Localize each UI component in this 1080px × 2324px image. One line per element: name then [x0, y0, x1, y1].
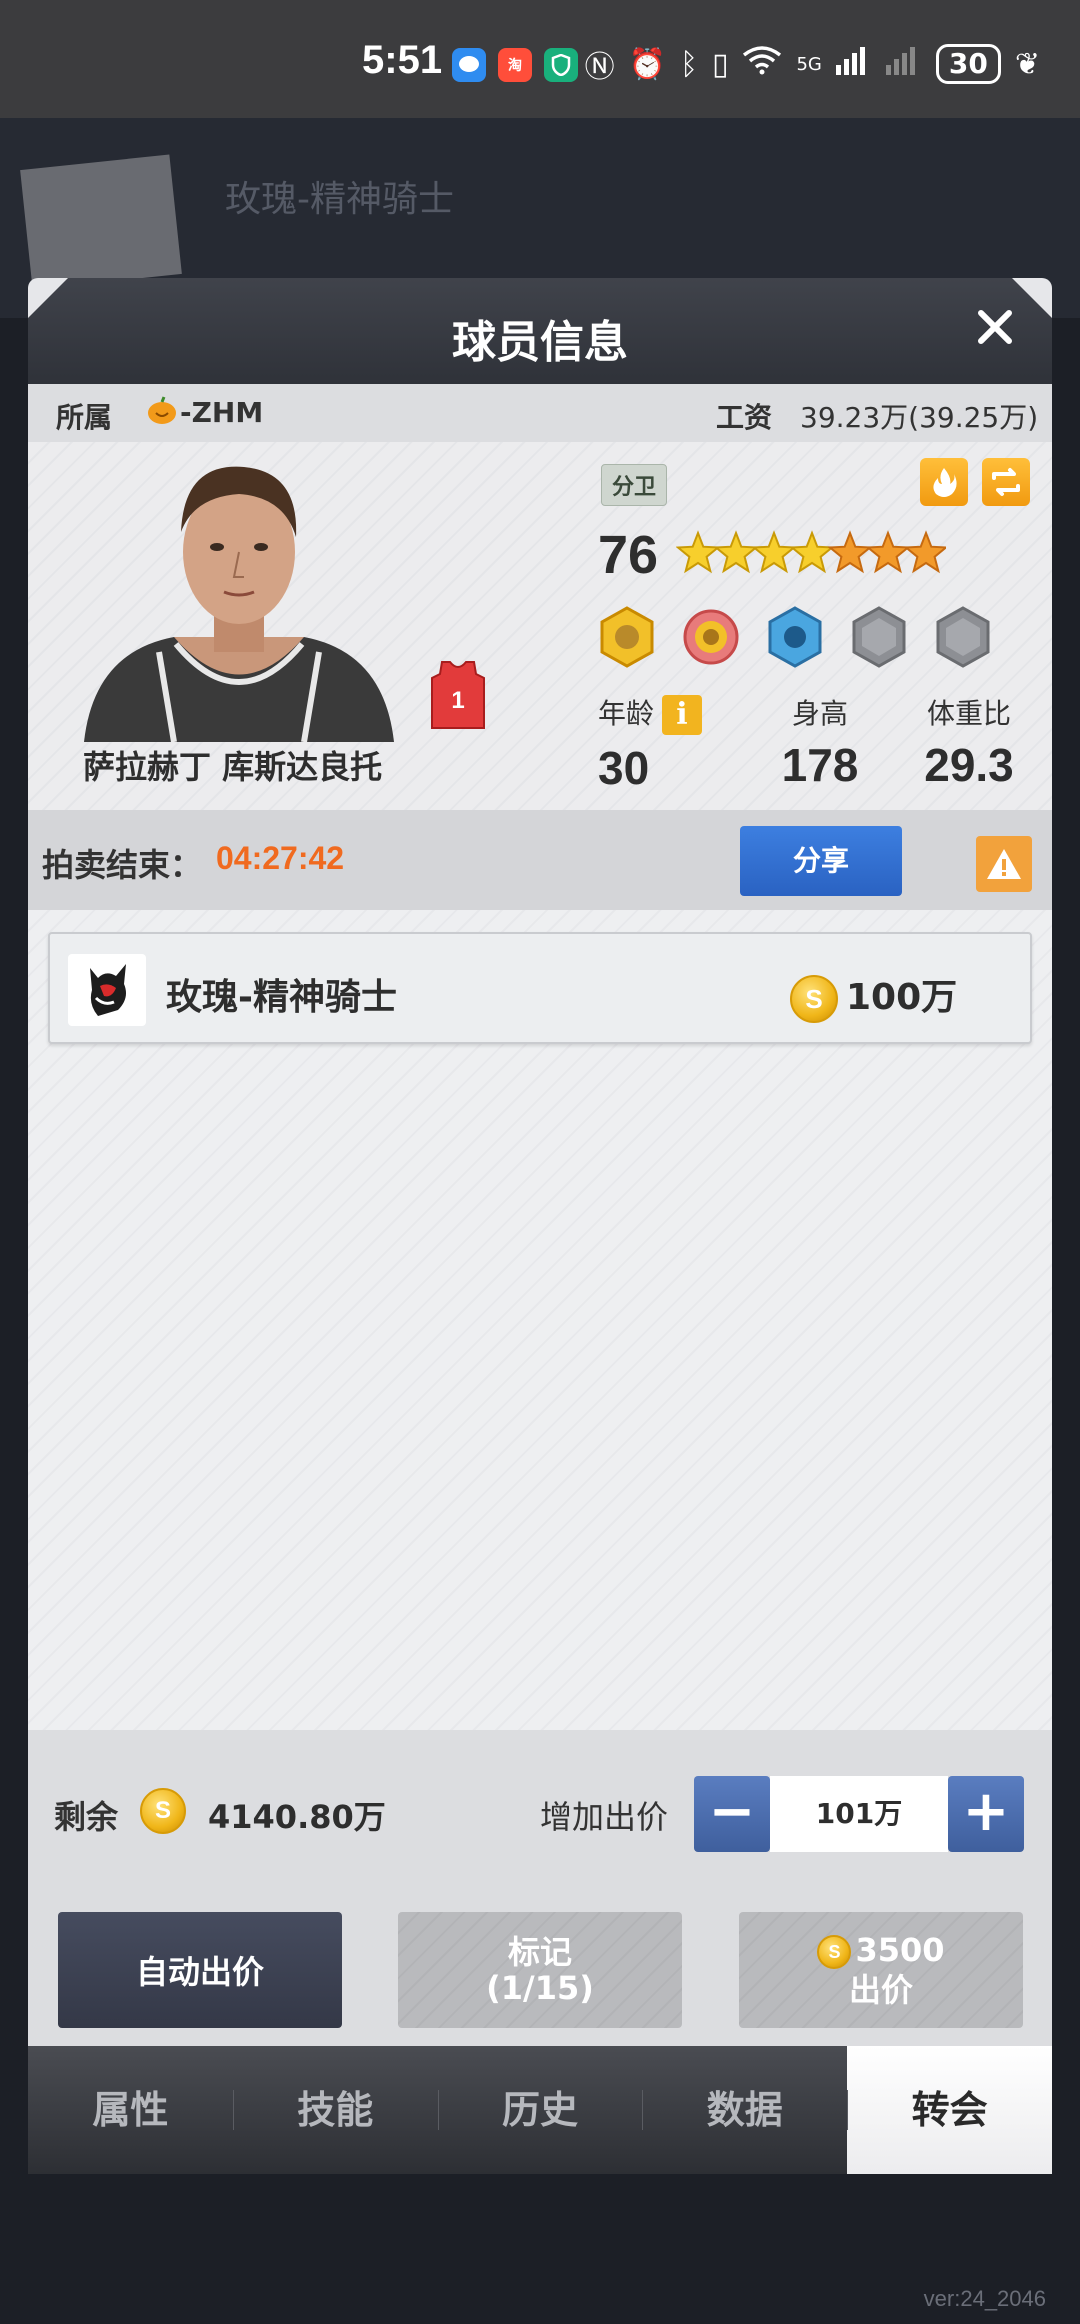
- affiliation-label: 所属: [56, 401, 113, 434]
- modal-title: 球员信息: [452, 317, 628, 368]
- star-icon: [713, 530, 759, 574]
- version-label: ver:24_2046: [923, 2286, 1046, 2311]
- star-icon: [865, 530, 911, 574]
- skill-badges: [598, 606, 992, 668]
- status-app-icons: 淘: [452, 48, 578, 82]
- player-avatar: [64, 452, 414, 742]
- share-button[interactable]: 分享: [740, 826, 902, 896]
- locked-badge-icon: [852, 606, 906, 668]
- jersey-number: 1: [451, 687, 464, 714]
- salary-value: 39.23万(39.25万): [800, 401, 1039, 434]
- bluetooth-icon: ᛒ: [679, 46, 698, 82]
- height-value: 178: [781, 739, 859, 791]
- gold-badge-icon: [600, 606, 654, 668]
- tab-attributes[interactable]: 属性: [28, 2046, 233, 2174]
- decrease-bid-button[interactable]: −: [694, 1776, 770, 1852]
- signal-bars-2-icon: [885, 45, 922, 83]
- wifi-icon: [742, 45, 782, 83]
- mark-button[interactable]: 标记 (1/15): [398, 1912, 682, 2028]
- swap-button[interactable]: [982, 458, 1030, 506]
- age-stat: 年龄 i 30: [594, 692, 706, 795]
- affiliation-value: -ZHM: [180, 396, 264, 429]
- age-value: 30: [598, 742, 650, 794]
- remaining-label: 剩余: [54, 1798, 119, 1836]
- close-button[interactable]: [970, 306, 1020, 356]
- jersey-icon: 1: [430, 660, 486, 730]
- message-app-icon: [452, 48, 486, 82]
- bid-controls: 剩余 S 4140.80万 增加出价 − 101万 + 自动出价 标记 (1/1…: [28, 1730, 1052, 2050]
- star-rating: [676, 530, 946, 574]
- player-panel: 萨拉赫丁 库斯达良托 1 分卫 76 年龄 i 30 身高 178 体重比 29…: [28, 442, 1052, 810]
- height-stat: 身高 178: [750, 692, 890, 792]
- bid-item[interactable]: 玫瑰-精神骑士 S 100万: [48, 932, 1032, 1044]
- tab-bar: 属性 技能 历史 数据 转会: [28, 2046, 1052, 2174]
- star-icon: [827, 530, 873, 574]
- tab-skills[interactable]: 技能: [232, 2046, 438, 2174]
- weight-ratio-label: 体重比: [926, 697, 1011, 730]
- warning-icon: [987, 849, 1021, 879]
- fire-button[interactable]: [920, 458, 968, 506]
- weight-ratio-value: 29.3: [924, 739, 1014, 791]
- increase-bid-button[interactable]: +: [948, 1776, 1024, 1852]
- player-rating: 76: [598, 525, 659, 585]
- status-right: Ⓝ ⏰ ᛒ ▯ 5G 30 ❦: [585, 42, 1040, 86]
- player-name: 萨拉赫丁 库斯达良托: [83, 748, 383, 786]
- bids-list: 玫瑰-精神骑士 S 100万: [28, 910, 1052, 1730]
- bid-amount: S 100万: [790, 968, 957, 1023]
- vibrate-icon: ▯: [711, 46, 729, 82]
- coin-icon: S: [790, 975, 838, 1023]
- star-icon: [751, 530, 797, 574]
- shield-app-icon: [544, 48, 578, 82]
- signal-icon: 5G: [796, 53, 822, 75]
- team-logo-icon: [68, 954, 146, 1026]
- tab-data[interactable]: 数据: [642, 2046, 847, 2174]
- weight-ratio-stat: 体重比 29.3: [894, 692, 1044, 792]
- background-team-logo: [20, 154, 182, 290]
- leaf-icon: ❦: [1014, 46, 1040, 82]
- background-team-title: 玫瑰-精神骑士: [225, 179, 454, 220]
- modal-header: 球员信息: [28, 278, 1052, 384]
- auction-row: 拍卖结束： 04:27:42 分享: [28, 810, 1052, 910]
- nfc-icon: Ⓝ: [584, 50, 615, 85]
- star-icon: [903, 530, 946, 574]
- blue-badge-icon: [768, 606, 822, 668]
- report-button[interactable]: [976, 836, 1032, 892]
- auto-bid-button[interactable]: 自动出价: [58, 1912, 342, 2028]
- info-icon[interactable]: i: [662, 695, 702, 735]
- tab-transfer[interactable]: 转会: [847, 2046, 1052, 2174]
- red-badge-icon: [683, 609, 739, 665]
- height-label: 身高: [791, 697, 848, 730]
- affiliation-row: 所属 -ZHM 工资 39.23万(39.25万): [28, 384, 1052, 442]
- fire-icon: [933, 468, 957, 497]
- locked-badge-icon: [936, 606, 990, 668]
- place-bid-button[interactable]: S 3500 出价: [739, 1912, 1023, 2028]
- signal-bars-icon: [835, 45, 872, 83]
- coin-icon: S: [817, 1935, 852, 1969]
- salary-label: 工资: [716, 401, 773, 434]
- bid-team-name: 玫瑰-精神骑士: [166, 977, 397, 1018]
- close-icon: [978, 310, 1012, 344]
- increase-bid-label: 增加出价: [540, 1798, 669, 1836]
- taobao-app-icon: 淘: [498, 48, 532, 82]
- star-icon: [789, 530, 835, 574]
- status-time: 5:51: [362, 38, 443, 82]
- age-label: 年龄 i: [594, 692, 706, 735]
- swap-icon: [992, 468, 1020, 496]
- auction-end-label: 拍卖结束：: [42, 846, 203, 884]
- auction-countdown: 04:27:42: [216, 840, 345, 876]
- bid-increment-value[interactable]: 101万: [770, 1776, 948, 1852]
- battery-indicator: 30: [935, 44, 1001, 84]
- position-badge: 分卫: [601, 464, 668, 506]
- remaining-value: 4140.80万: [208, 1798, 386, 1836]
- tab-history[interactable]: 历史: [437, 2046, 643, 2174]
- pumpkin-icon: [146, 394, 178, 433]
- star-icon: [676, 530, 721, 574]
- coin-icon: S: [140, 1788, 186, 1834]
- alarm-icon: ⏰: [628, 46, 666, 82]
- status-bar: 5:51 淘 Ⓝ ⏰ ᛒ ▯ 5G 30 ❦: [0, 0, 1080, 118]
- player-info-modal: 球员信息 所属 -ZHM 工资 39.23万(39.25万) 萨拉赫丁 库斯达良…: [28, 278, 1052, 2174]
